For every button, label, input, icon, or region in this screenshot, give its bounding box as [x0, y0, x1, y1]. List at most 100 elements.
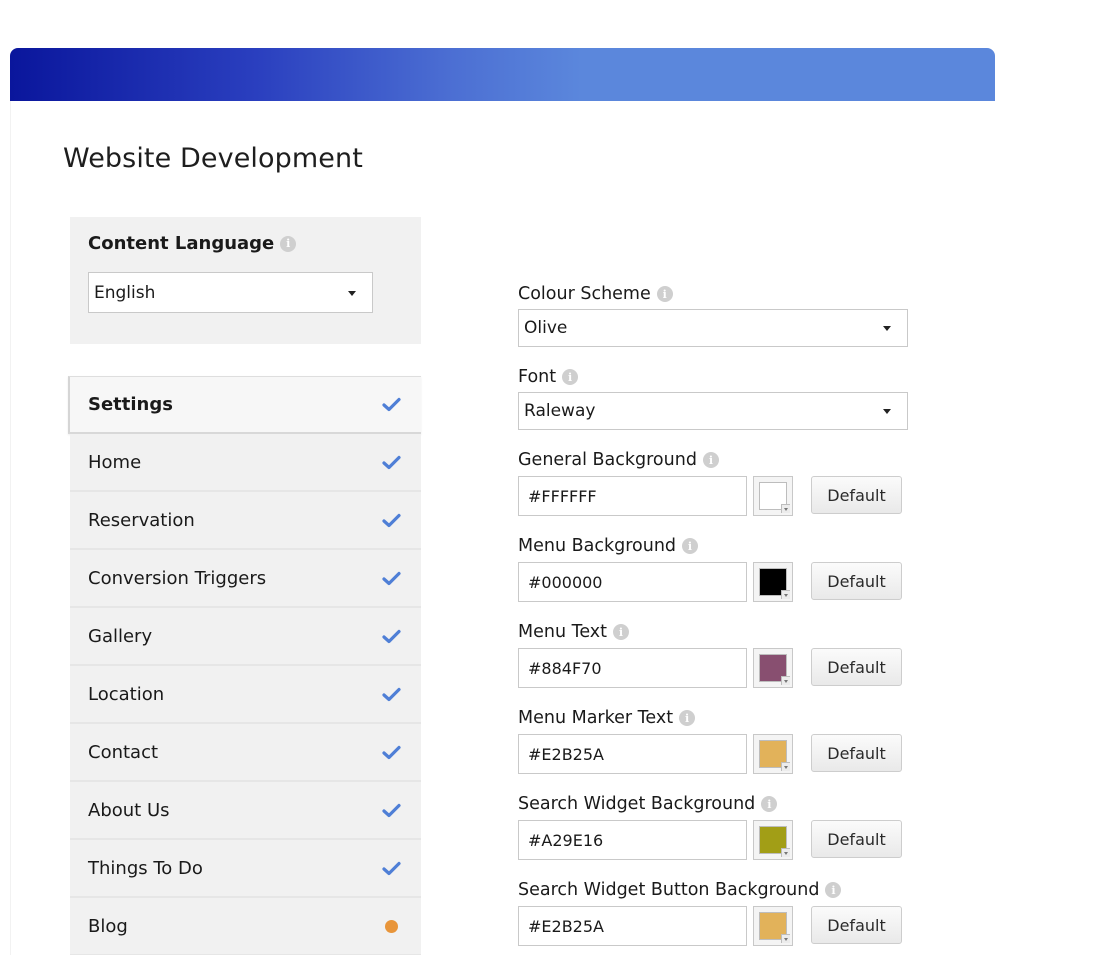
menu-marker-text-label: Menu Marker Text i: [518, 706, 918, 730]
info-icon[interactable]: i: [656, 286, 673, 302]
checkmark-icon: [381, 742, 401, 762]
info-icon[interactable]: i: [702, 452, 719, 468]
colour-scheme-label: Colour Scheme i: [518, 282, 918, 306]
menu-marker-text-default-button[interactable]: Default: [811, 734, 902, 772]
info-icon[interactable]: i: [562, 369, 579, 385]
step-label: Contact: [88, 741, 159, 763]
checkmark-icon: [381, 858, 401, 878]
menu-text-label: Menu Text i: [518, 620, 918, 644]
search-widget-button-background-color-picker[interactable]: [753, 906, 793, 946]
step-label: Conversion Triggers: [88, 567, 267, 589]
menu-marker-text-label-text: Menu Marker Text: [518, 708, 674, 728]
dropdown-arrow-icon: [781, 504, 790, 513]
checkmark-icon: [381, 568, 401, 588]
search-widget-background-row: Default: [518, 820, 918, 860]
caret-down-icon: [348, 290, 356, 296]
menu-marker-text-color-picker[interactable]: [753, 734, 793, 774]
font-select[interactable]: Raleway: [518, 392, 908, 430]
colour-scheme-select[interactable]: Olive: [518, 309, 908, 347]
menu-background-label-text: Menu Background: [518, 536, 677, 556]
color-fields: General Background i Default Menu Backgroun…: [518, 448, 918, 946]
menu-background-label: Menu Background i: [518, 534, 918, 558]
menu-text-color-picker[interactable]: [753, 648, 793, 688]
info-icon[interactable]: i: [682, 538, 699, 554]
step-item-about-us[interactable]: About Us: [70, 782, 421, 840]
colour-scheme-label-text: Colour Scheme: [518, 284, 651, 304]
content-language-label-text: Content Language: [88, 233, 275, 254]
search-widget-button-background-hex-input[interactable]: [518, 906, 747, 946]
content-language-value: English: [94, 282, 156, 303]
steps-nav: Settings Home Reservation Conversion Trigge…: [68, 376, 421, 955]
content-language-label: Content Language i: [88, 233, 297, 254]
search-widget-background-color-picker[interactable]: [753, 820, 793, 860]
step-label: Reservation: [88, 509, 195, 531]
menu-text-default-button[interactable]: Default: [811, 648, 902, 686]
info-icon[interactable]: i: [679, 710, 696, 726]
page: Website Development Content Language i E…: [0, 0, 1120, 955]
dropdown-arrow-icon: [781, 934, 790, 943]
checkmark-icon: [381, 684, 401, 704]
dropdown-arrow-icon: [781, 676, 790, 685]
menu-background-hex-input[interactable]: [518, 562, 747, 602]
search-widget-button-background-label: Search Widget Button Background i: [518, 878, 918, 902]
settings-form: Colour Scheme i Olive Font i Raleway Gen…: [518, 282, 918, 946]
dropdown-arrow-icon: [781, 762, 790, 771]
step-item-things-to-do[interactable]: Things To Do: [70, 840, 421, 898]
info-icon[interactable]: i: [761, 796, 778, 812]
menu-marker-text-row: Default: [518, 734, 918, 774]
info-icon[interactable]: i: [613, 624, 630, 640]
search-widget-background-hex-input[interactable]: [518, 820, 747, 860]
general-background-row: Default: [518, 476, 918, 516]
caret-down-icon: [883, 326, 891, 331]
search-widget-button-background-row: Default: [518, 906, 918, 946]
search-widget-background-default-button[interactable]: Default: [811, 820, 902, 858]
header-banner: [10, 48, 995, 101]
colour-scheme-value: Olive: [524, 318, 568, 338]
step-label: Gallery: [88, 625, 153, 647]
menu-marker-text-hex-input[interactable]: [518, 734, 747, 774]
step-item-gallery[interactable]: Gallery: [70, 608, 421, 666]
step-item-location[interactable]: Location: [70, 666, 421, 724]
step-label: About Us: [88, 799, 170, 821]
step-item-conversion-triggers[interactable]: Conversion Triggers: [70, 550, 421, 608]
search-widget-background-label-text: Search Widget Background: [518, 794, 756, 814]
menu-background-row: Default: [518, 562, 918, 602]
menu-text-hex-input[interactable]: [518, 648, 747, 688]
step-item-home[interactable]: Home: [70, 434, 421, 492]
info-icon[interactable]: i: [280, 235, 297, 252]
font-label: Font i: [518, 365, 918, 389]
checkmark-icon: [381, 626, 401, 646]
checkmark-icon: [381, 510, 401, 530]
menu-background-default-button[interactable]: Default: [811, 562, 902, 600]
content-language-select[interactable]: English: [88, 272, 373, 313]
info-icon[interactable]: i: [825, 882, 842, 898]
content-language-box: Content Language i English: [70, 217, 421, 344]
pending-dot-icon: [381, 916, 401, 936]
step-label: Things To Do: [88, 857, 203, 879]
dropdown-arrow-icon: [781, 590, 790, 599]
step-item-blog[interactable]: Blog: [70, 898, 421, 955]
step-label: Settings: [88, 394, 173, 415]
menu-text-label-text: Menu Text: [518, 622, 608, 642]
search-widget-button-background-default-button[interactable]: Default: [811, 906, 902, 944]
step-label: Home: [88, 451, 142, 473]
menu-text-row: Default: [518, 648, 918, 688]
step-item-reservation[interactable]: Reservation: [70, 492, 421, 550]
font-label-text: Font: [518, 367, 557, 387]
general-background-color-picker[interactable]: [753, 476, 793, 516]
general-background-label: General Background i: [518, 448, 918, 472]
dropdown-arrow-icon: [781, 848, 790, 857]
font-value: Raleway: [524, 401, 596, 421]
step-item-settings[interactable]: Settings: [68, 376, 421, 434]
search-widget-button-background-label-text: Search Widget Button Background: [518, 880, 820, 900]
menu-background-color-picker[interactable]: [753, 562, 793, 602]
caret-down-icon: [883, 409, 891, 414]
search-widget-background-label: Search Widget Background i: [518, 792, 918, 816]
checkmark-icon: [381, 395, 401, 415]
step-item-contact[interactable]: Contact: [70, 724, 421, 782]
step-label: Blog: [88, 915, 128, 937]
step-label: Location: [88, 683, 165, 705]
general-background-hex-input[interactable]: [518, 476, 747, 516]
checkmark-icon: [381, 452, 401, 472]
general-background-default-button[interactable]: Default: [811, 476, 902, 514]
